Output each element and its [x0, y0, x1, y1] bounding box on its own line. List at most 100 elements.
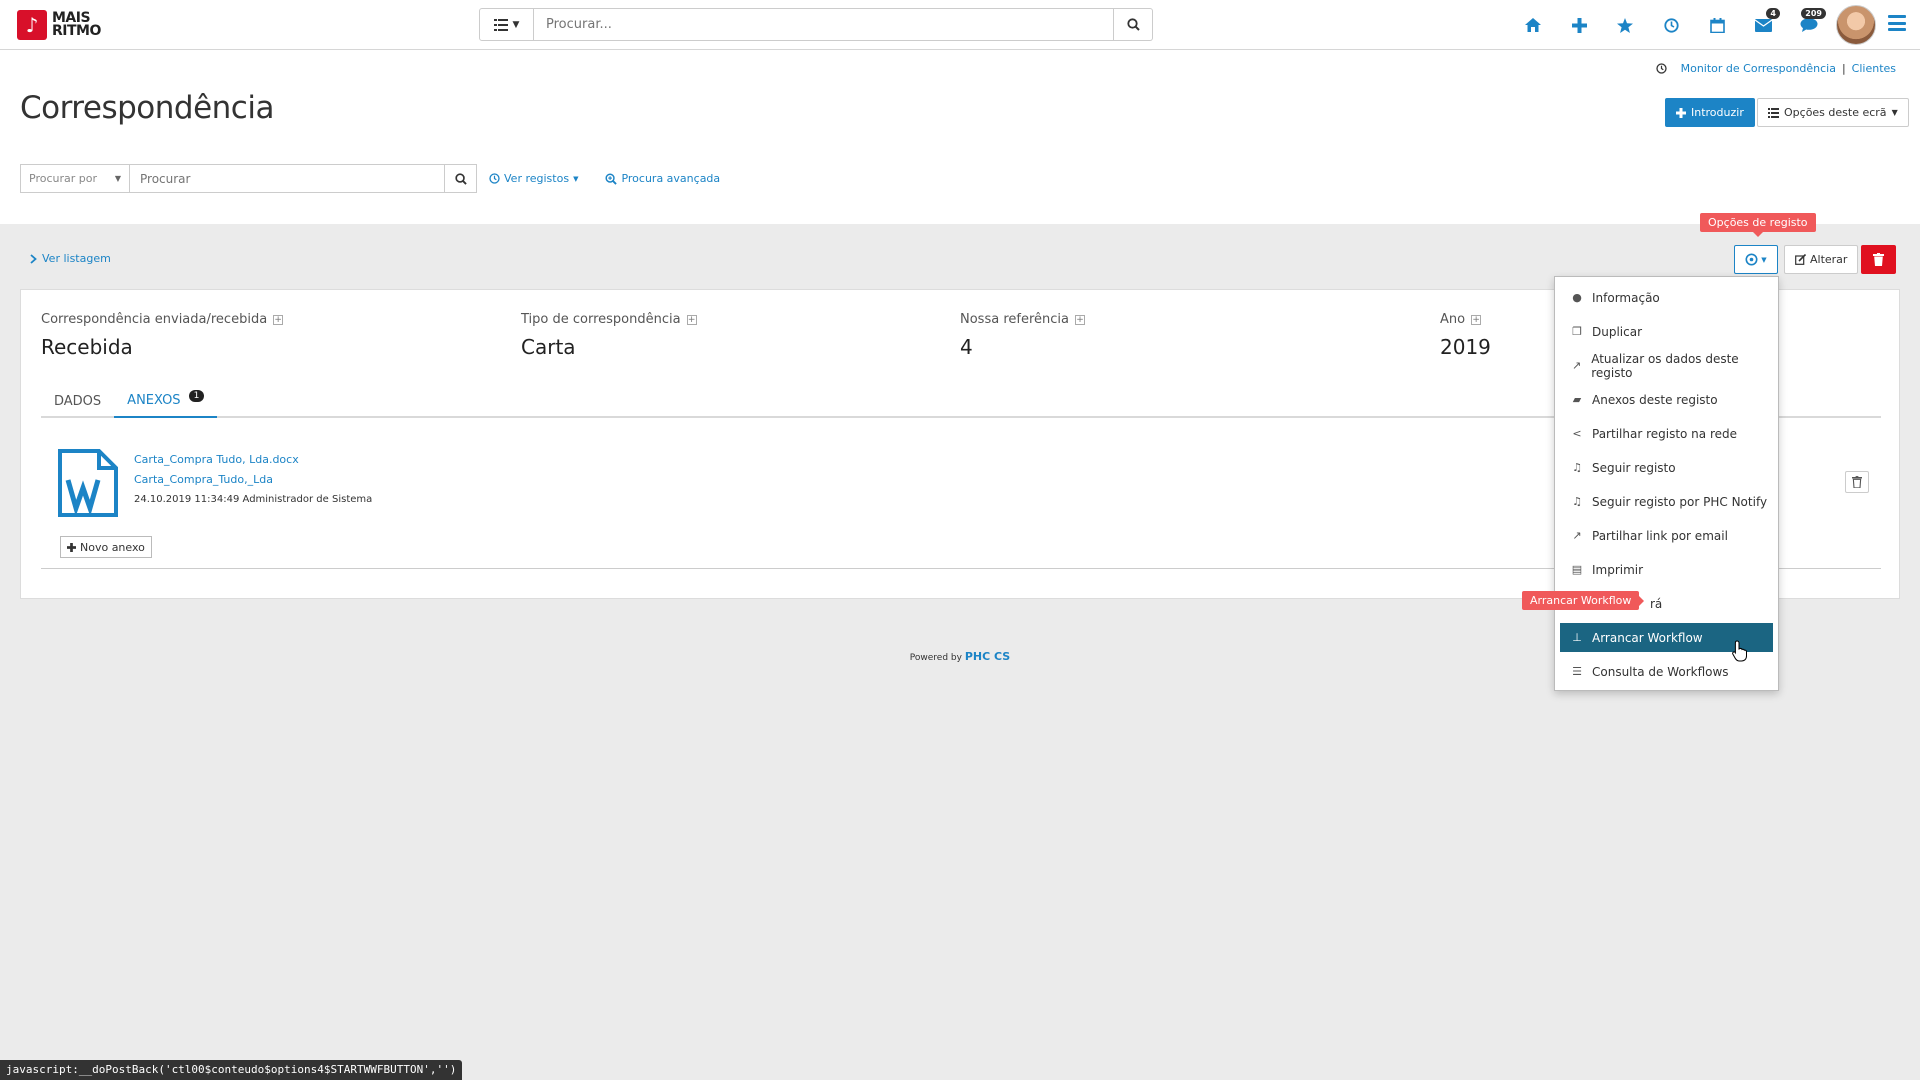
introduzir-button[interactable]: Introduzir: [1665, 98, 1755, 127]
expand-icon[interactable]: +: [1074, 314, 1085, 325]
plus-icon[interactable]: [1556, 12, 1602, 38]
global-search: ▼: [479, 8, 1153, 41]
edit-icon: [1795, 254, 1806, 265]
breadcrumb-separator: |: [1841, 62, 1846, 75]
clock-icon: [1655, 63, 1667, 74]
screen-options-button[interactable]: Opções deste ecrã ▼: [1757, 98, 1909, 127]
gear-icon: [1745, 253, 1758, 266]
calendar-icon[interactable]: [1694, 12, 1740, 38]
menu-item-seguir-notify[interactable]: ♫ Seguir registo por PHC Notify: [1560, 487, 1773, 516]
anexos-count-badge: 1: [188, 389, 205, 402]
delete-record-button[interactable]: [1861, 245, 1896, 274]
clock-icon[interactable]: [1648, 12, 1694, 38]
menu-item-seguir[interactable]: ♫ Seguir registo: [1560, 453, 1773, 482]
home-icon[interactable]: [1510, 12, 1556, 38]
menu-item-imprimir[interactable]: ▤ Imprimir: [1560, 555, 1773, 584]
record-options-button[interactable]: ▼: [1734, 245, 1778, 274]
search-input[interactable]: [130, 164, 445, 193]
mail-badge: 4: [1766, 8, 1780, 19]
plus-icon: [67, 542, 76, 552]
zoom-in-icon: [605, 172, 618, 185]
logo-text: MAIS RITMO: [52, 10, 101, 39]
search-icon: [1126, 18, 1140, 31]
menu-item-atualizar[interactable]: ↗ Atualizar os dados deste registo: [1560, 351, 1773, 380]
search-button[interactable]: [445, 164, 477, 193]
search-type-dropdown[interactable]: ▼: [479, 8, 534, 41]
menu-item-duplicar[interactable]: ❐ Duplicar: [1560, 317, 1773, 346]
breadcrumb: Monitor de Correspondência | Clientes: [1655, 62, 1896, 75]
star-icon[interactable]: [1602, 12, 1648, 38]
bell-icon: ♫: [1572, 461, 1582, 474]
field-enviada-recebida: Correspondência enviada/recebida + Recebi…: [41, 312, 284, 359]
page-title: Correspondência: [20, 90, 274, 126]
field-nossa-referencia: Nossa referência + 4: [960, 312, 1085, 359]
phc-cs-link[interactable]: PHC CS: [965, 650, 1010, 663]
caret-down-icon: ▼: [114, 174, 121, 183]
external-link-icon: ↗: [1572, 529, 1582, 542]
print-icon: ▤: [1571, 563, 1583, 576]
expand-icon[interactable]: +: [686, 314, 697, 325]
ver-registos-link[interactable]: Ver registos ▼: [489, 172, 578, 185]
attachment-title-link[interactable]: Carta_Compra_Tudo,_Lda: [134, 470, 434, 490]
expand-icon[interactable]: +: [273, 314, 284, 325]
search-by-select[interactable]: Procurar por ▼: [20, 164, 130, 193]
global-search-input[interactable]: [534, 8, 1114, 41]
menu-item-informacao[interactable]: ● Informação: [1560, 283, 1773, 312]
top-nav-icons: 4 209: [1510, 8, 1832, 38]
menu-item-anexos[interactable]: ▰ Anexos deste registo: [1560, 385, 1773, 414]
bell-icon: ♫: [1572, 495, 1582, 508]
search-icon: [454, 172, 467, 185]
arrancar-workflow-tooltip: Arrancar Workflow: [1522, 591, 1645, 610]
record-options-tooltip: Opções de registo: [1700, 213, 1816, 237]
hand-cursor-icon: [1732, 640, 1747, 662]
global-search-button[interactable]: [1114, 8, 1153, 41]
tab-anexos[interactable]: ANEXOS 1: [114, 385, 218, 418]
record-options-dropdown: ● Informação ❐ Duplicar ↗ Atualizar os dado…: [1554, 276, 1779, 691]
plus-icon: [1676, 107, 1686, 118]
chevron-right-icon: [30, 253, 37, 264]
user-avatar[interactable]: [1836, 5, 1876, 45]
expand-icon[interactable]: +: [1471, 314, 1482, 325]
trash-icon: [1873, 253, 1884, 266]
trash-icon: [1852, 476, 1862, 488]
search-row: Procurar por ▼ Ver registos ▼ Procura av…: [20, 164, 720, 193]
folder-icon: ▰: [1572, 393, 1582, 406]
share-icon: <: [1572, 427, 1582, 440]
refresh-icon: ↗: [1572, 359, 1582, 372]
breadcrumb-clientes-link[interactable]: Clientes: [1852, 62, 1896, 75]
notifications-badge: 209: [1801, 8, 1826, 19]
field-ano: Ano + 2019: [1440, 312, 1491, 359]
clock-icon: [489, 173, 500, 184]
field-tipo-correspondencia: Tipo de correspondência + Carta: [521, 312, 697, 359]
list-icon: [493, 18, 508, 31]
list-icon: ☰: [1572, 665, 1582, 678]
info-icon: ●: [1572, 291, 1582, 304]
browser-status-bar: javascript:__doPostBack('ctl00$conteudo$…: [0, 1060, 463, 1080]
app-logo[interactable]: ♪ MAIS RITMO: [17, 10, 112, 40]
alterar-button[interactable]: Alterar: [1784, 245, 1859, 274]
sitemap-icon: ⊥: [1572, 631, 1582, 644]
list-icon: [1768, 107, 1779, 118]
hamburger-menu-icon[interactable]: [1888, 15, 1906, 31]
caret-down-icon: ▼: [1761, 255, 1767, 264]
breadcrumb-monitor-link[interactable]: Monitor de Correspondência: [1681, 62, 1836, 75]
advanced-search-link[interactable]: Procura avançada: [605, 172, 720, 185]
menu-item-partilhar-rede[interactable]: < Partilhar registo na rede: [1560, 419, 1773, 448]
attachment-meta: 24.10.2019 11:34:49 Administrador de Sis…: [134, 494, 373, 505]
notifications-icon[interactable]: 209: [1786, 8, 1832, 38]
copy-icon: ❐: [1572, 325, 1582, 338]
ver-listagem-link[interactable]: Ver listagem: [30, 252, 111, 265]
logo-mark-icon: ♪: [17, 10, 47, 40]
caret-down-icon: ▼: [512, 19, 520, 30]
top-bar: ♪ MAIS RITMO ▼ 4: [0, 0, 1920, 50]
attachment-filename-link[interactable]: Carta_Compra Tudo, Lda.docx: [134, 450, 434, 470]
word-document-icon[interactable]: [57, 448, 119, 518]
page-header: Monitor de Correspondência | Clientes Co…: [0, 50, 1920, 224]
menu-item-partilhar-email[interactable]: ↗ Partilhar link por email: [1560, 521, 1773, 550]
mail-icon[interactable]: 4: [1740, 8, 1786, 38]
caret-down-icon: ▼: [573, 174, 579, 183]
tab-dados[interactable]: DADOS: [41, 385, 114, 418]
delete-attachment-button[interactable]: [1845, 471, 1869, 493]
caret-down-icon: ▼: [1891, 108, 1898, 117]
novo-anexo-button[interactable]: Novo anexo: [60, 536, 152, 558]
